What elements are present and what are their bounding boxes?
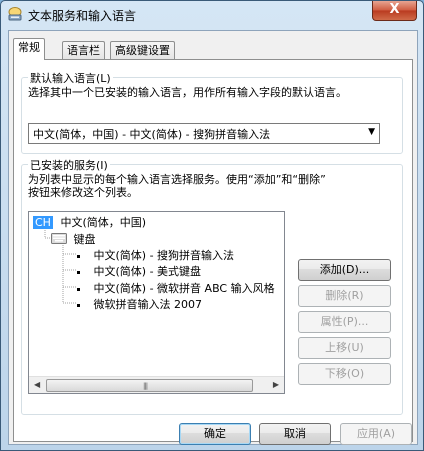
installed-services-tree[interactable]: CH 中文(简体，中国) 键盘 中文(简体) - 搜狗拼音输入法 中文(简体) …	[28, 211, 285, 394]
close-button[interactable]: X	[372, 1, 417, 21]
tree-node-language[interactable]: CH 中文(简体，中国)	[33, 214, 146, 230]
default-language-group: 默认输入语言(L) 选择其中一个已安装的输入语言，用作所有输入字段的默认语言。 …	[21, 70, 403, 154]
window-title: 文本服务和输入语言	[28, 9, 137, 23]
grip-icon: |||	[143, 382, 148, 390]
tab-language-bar-label: 语言栏	[67, 44, 100, 57]
move-down-button[interactable]: 下移(O)	[298, 363, 391, 385]
apply-button[interactable]: 应用(A)	[340, 423, 412, 445]
scrollbar-thumb[interactable]: |||	[46, 379, 253, 392]
general-tab-panel: 默认输入语言(L) 选择其中一个已安装的输入语言，用作所有输入字段的默认语言。 …	[13, 59, 413, 442]
add-button[interactable]: 添加(D)...	[298, 259, 391, 281]
cancel-button[interactable]: 取消	[259, 423, 331, 445]
default-language-description: 选择其中一个已安装的输入语言，用作所有输入字段的默认语言。	[28, 86, 347, 99]
dialog-client-area: 常规 语言栏 高级键设置 默认输入语言(L) 选择其中一个已安装的输入语言，用作…	[8, 30, 418, 445]
tree-item-sogou[interactable]: 中文(简体) - 搜狗拼音输入法	[77, 247, 234, 263]
tree-node-keyboard[interactable]: 键盘	[51, 231, 96, 247]
tree-node-keyboard-label: 键盘	[73, 233, 96, 246]
bullet-icon	[77, 270, 80, 274]
bullet-icon	[77, 254, 80, 258]
properties-button[interactable]: 属性(P)...	[298, 311, 391, 333]
tree-node-language-label: 中文(简体，中国)	[60, 216, 147, 229]
tree-item-ms-pinyin-abc[interactable]: 中文(简体) - 微软拼音 ABC 输入风格	[77, 280, 275, 296]
default-language-select[interactable]: 中文(简体，中国) - 中文(简体) - 搜狗拼音输入法 ▼	[28, 123, 380, 144]
tree-item-ms-pinyin-abc-label: 中文(简体) - 微软拼音 ABC 输入风格	[93, 282, 275, 295]
move-up-button[interactable]: 上移(U)	[298, 337, 391, 359]
default-language-select-value: 中文(简体，中国) - 中文(简体) - 搜狗拼音输入法	[33, 128, 271, 141]
installed-services-description-line2: 按钮来修改这个列表。	[28, 186, 138, 199]
tree-item-sogou-label: 中文(简体) - 搜狗拼音输入法	[93, 249, 235, 262]
scroll-right-icon[interactable]: ▶	[273, 380, 279, 389]
chevron-down-icon[interactable]: ▼	[368, 127, 375, 137]
scroll-left-icon[interactable]: ◀	[34, 380, 40, 389]
tab-advanced-key-settings-label: 高级键设置	[115, 44, 170, 57]
remove-button[interactable]: 删除(R)	[298, 285, 391, 307]
tree-item-ms-pinyin-2007-label: 微软拼音输入法 2007	[93, 298, 203, 311]
language-badge: CH	[33, 216, 53, 229]
tree-item-ms-pinyin-2007[interactable]: 微软拼音输入法 2007	[77, 296, 202, 312]
horizontal-scrollbar[interactable]: ◀ ||| ▶	[29, 376, 284, 393]
dialog-window: 文本服务和输入语言 X 常规 语言栏 高级键设置 默认输入语言(L) 选择其中一…	[0, 0, 424, 451]
bullet-icon	[77, 303, 80, 307]
tab-general-label: 常规	[18, 41, 40, 54]
tab-language-bar[interactable]: 语言栏	[62, 41, 105, 60]
keyboard-icon	[51, 233, 67, 247]
tab-general[interactable]: 常规	[13, 38, 45, 60]
close-icon: X	[389, 2, 400, 17]
tree-item-us-keyboard-label: 中文(简体) - 美式键盘	[93, 265, 202, 278]
keyboard-app-icon	[7, 6, 23, 22]
title-bar[interactable]: 文本服务和输入语言 X	[1, 1, 423, 27]
tab-advanced-key-settings[interactable]: 高级键设置	[110, 41, 175, 60]
installed-services-group: 已安装的服务(I) 为列表中显示的每个输入语言选择服务。使用“添加”和“删除” …	[21, 157, 403, 415]
bullet-icon	[77, 287, 80, 291]
tree-item-us-keyboard[interactable]: 中文(简体) - 美式键盘	[77, 263, 201, 279]
ok-button[interactable]: 确定	[179, 423, 251, 445]
